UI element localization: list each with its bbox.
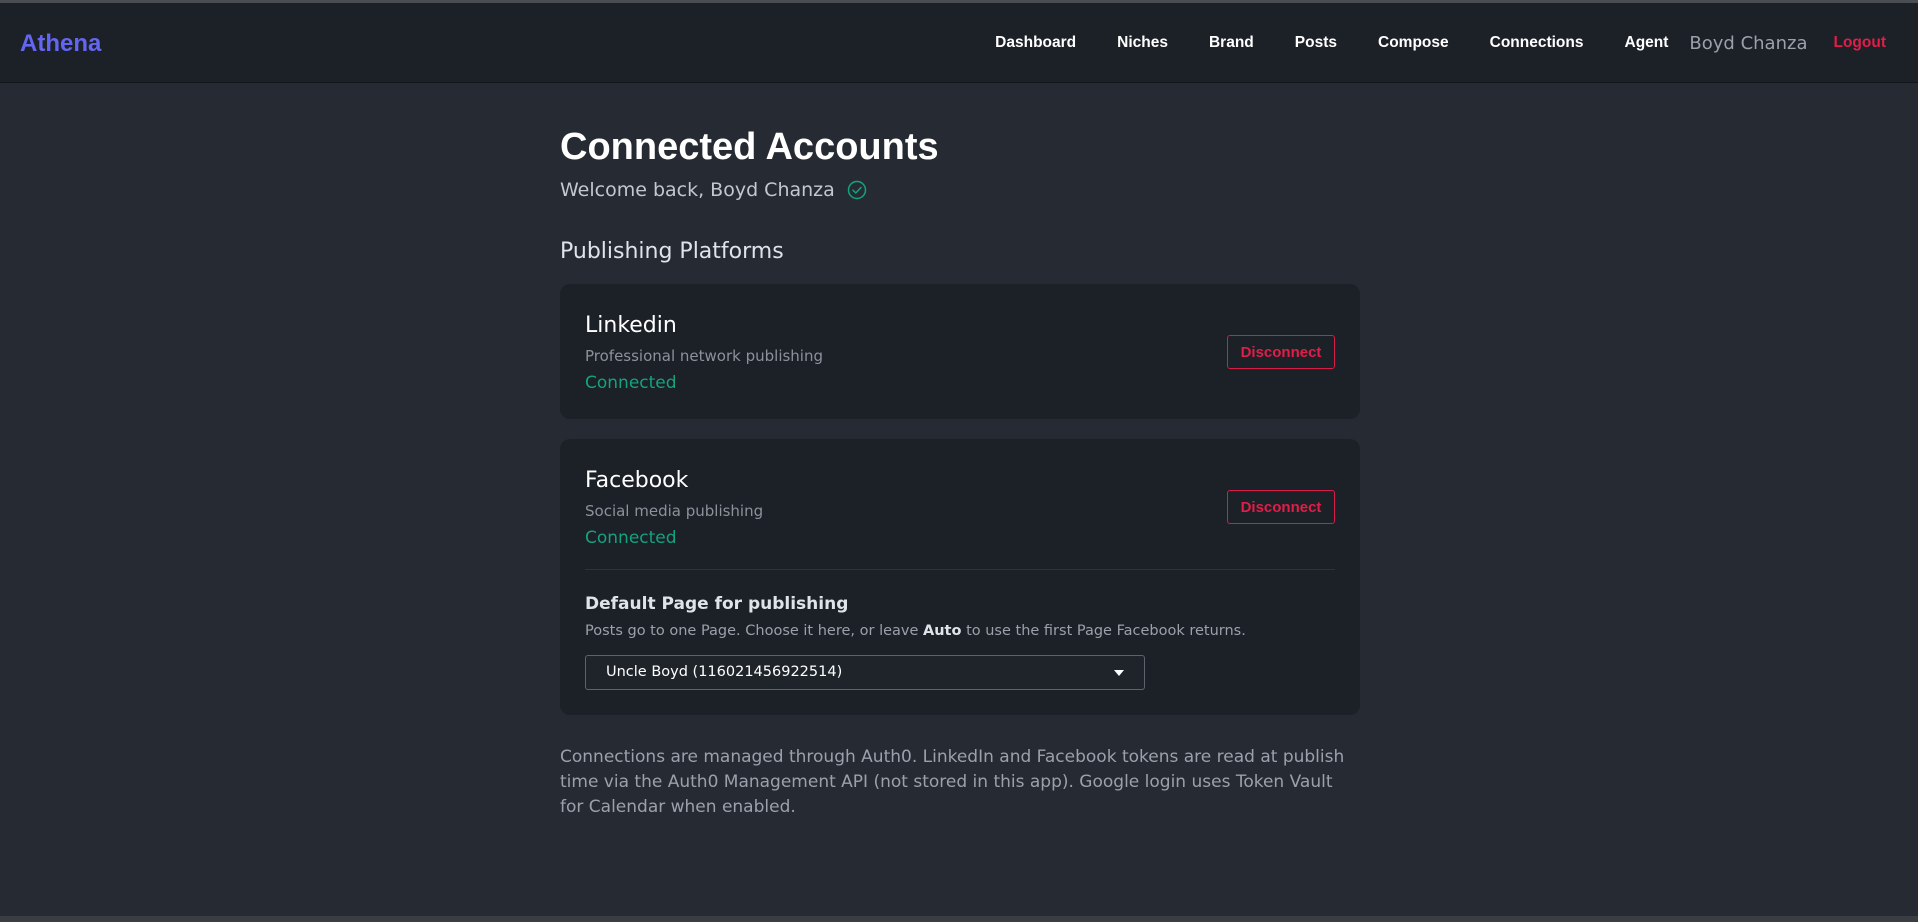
disconnect-facebook-button[interactable]: Disconnect	[1227, 490, 1335, 524]
nav-niches[interactable]: Niches	[1117, 34, 1168, 52]
platform-name: Facebook	[585, 468, 689, 493]
default-page-select[interactable]: Uncle Boyd (116021456922514)	[585, 655, 1145, 690]
nav-brand[interactable]: Brand	[1209, 34, 1254, 52]
default-page-heading: Default Page for publishing	[585, 594, 849, 614]
platform-card-facebook: Facebook Social media publishing Connect…	[560, 439, 1360, 715]
top-navbar: Athena Dashboard Niches Brand Posts Comp…	[0, 3, 1918, 83]
connection-status: Connected	[585, 373, 677, 393]
platform-card-linkedin: Linkedin Professional network publishing…	[560, 284, 1360, 419]
nav-user-name: Boyd Chanza	[1689, 32, 1808, 54]
nav-connections[interactable]: Connections	[1490, 34, 1584, 52]
main-nav: Dashboard Niches Brand Posts Compose Con…	[995, 3, 1918, 83]
platform-description: Social media publishing	[585, 502, 764, 520]
card-divider	[585, 569, 1335, 570]
help-text-bold: Auto	[923, 623, 962, 639]
welcome-row: Welcome back, Boyd Chanza	[560, 179, 867, 201]
check-circle-icon	[847, 180, 867, 200]
help-text-end: to use the first Page Facebook returns.	[961, 623, 1246, 639]
connection-status: Connected	[585, 528, 677, 548]
caret-down-icon	[1114, 670, 1124, 676]
help-text-start: Posts go to one Page. Choose it here, or…	[585, 623, 924, 639]
nav-posts[interactable]: Posts	[1295, 34, 1337, 52]
logout-link[interactable]: Logout	[1833, 34, 1886, 52]
section-heading-publishing-platforms: Publishing Platforms	[560, 239, 784, 264]
default-page-help-text: Posts go to one Page. Choose it here, or…	[585, 623, 1246, 639]
welcome-text: Welcome back, Boyd Chanza	[560, 179, 835, 201]
selected-page-value: Uncle Boyd (116021456922514)	[606, 664, 843, 680]
page-title: Connected Accounts	[560, 126, 939, 168]
nav-dashboard[interactable]: Dashboard	[995, 34, 1076, 52]
platform-name: Linkedin	[585, 313, 677, 338]
brand-logo[interactable]: Athena	[20, 30, 101, 58]
disconnect-linkedin-button[interactable]: Disconnect	[1227, 335, 1335, 369]
nav-agent[interactable]: Agent	[1625, 34, 1669, 52]
platform-description: Professional network publishing	[585, 347, 824, 365]
window-bottom-edge	[0, 916, 1918, 922]
nav-compose[interactable]: Compose	[1378, 34, 1449, 52]
connections-info-note: Connections are managed through Auth0. L…	[560, 747, 1345, 817]
